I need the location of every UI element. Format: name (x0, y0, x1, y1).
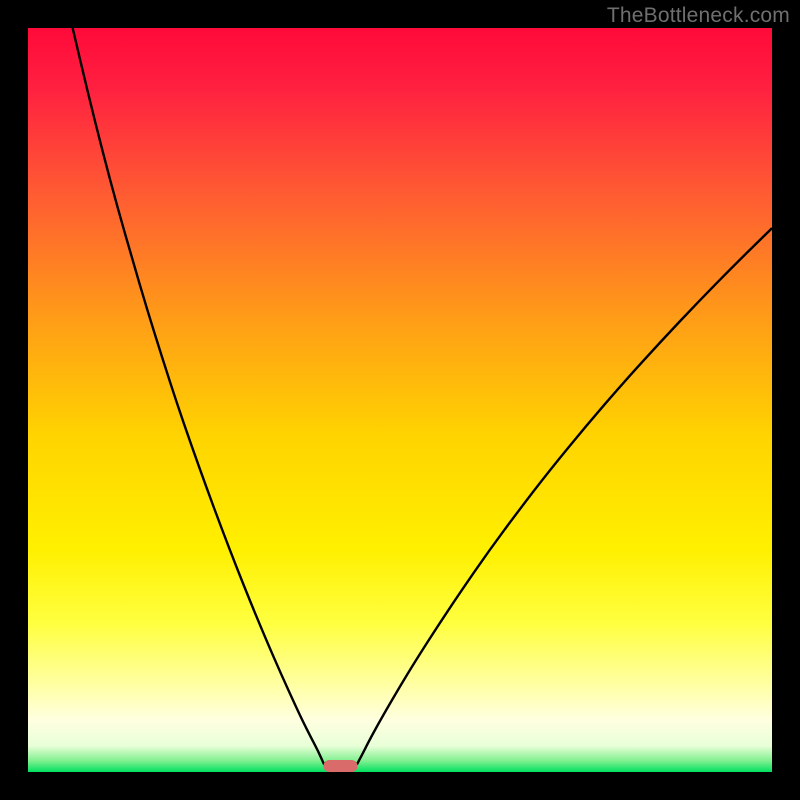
gradient-background (28, 28, 772, 772)
bottleneck-marker (323, 760, 357, 772)
chart-frame (28, 28, 772, 772)
watermark-text: TheBottleneck.com (607, 4, 790, 28)
chart-canvas (28, 28, 772, 772)
